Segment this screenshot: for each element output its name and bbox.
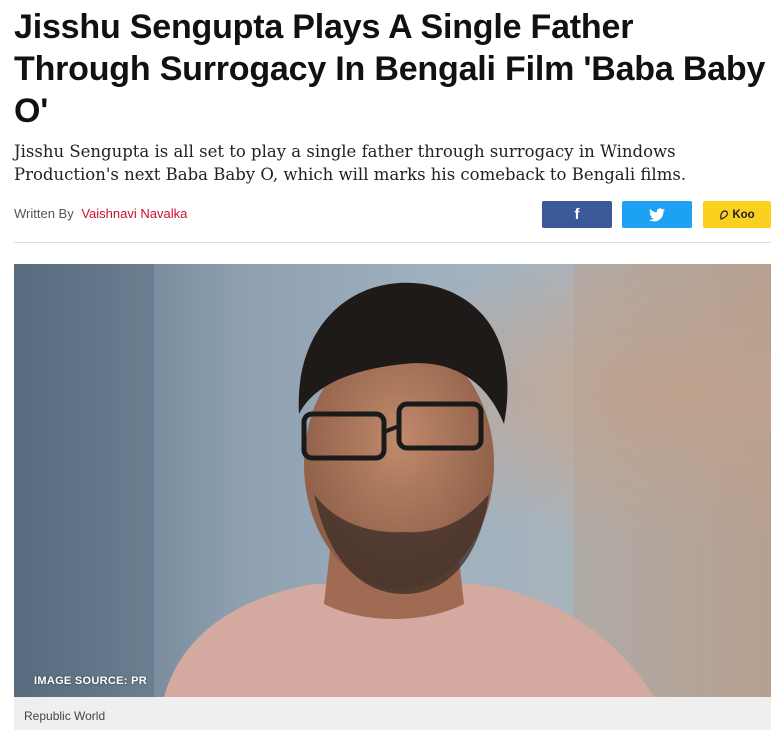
image-credit-bar: Republic World bbox=[14, 697, 771, 730]
divider bbox=[14, 242, 771, 243]
article: Jisshu Sengupta Plays A Single Father Th… bbox=[0, 0, 784, 730]
koo-bird-icon bbox=[720, 209, 729, 220]
portrait-illustration bbox=[14, 264, 771, 697]
byline-prefix: Written By bbox=[14, 206, 74, 221]
article-photo: IMAGE SOURCE: PR bbox=[14, 264, 771, 697]
facebook-share-button[interactable]: f bbox=[542, 201, 612, 228]
article-summary: Jisshu Sengupta is all set to play a sin… bbox=[14, 142, 687, 184]
twitter-share-button[interactable] bbox=[622, 201, 692, 228]
twitter-icon bbox=[649, 207, 665, 221]
author-link[interactable]: Vaishnavi Navalka bbox=[81, 206, 187, 221]
image-credit: Republic World bbox=[24, 709, 106, 723]
image-source-caption: IMAGE SOURCE: PR bbox=[34, 675, 147, 687]
byline: Written By Vaishnavi Navalka bbox=[14, 206, 187, 221]
article-headline: Jisshu Sengupta Plays A Single Father Th… bbox=[14, 8, 766, 130]
koo-label: Koo bbox=[732, 208, 755, 221]
koo-share-button[interactable]: Koo bbox=[703, 201, 771, 228]
facebook-icon: f bbox=[574, 206, 580, 223]
